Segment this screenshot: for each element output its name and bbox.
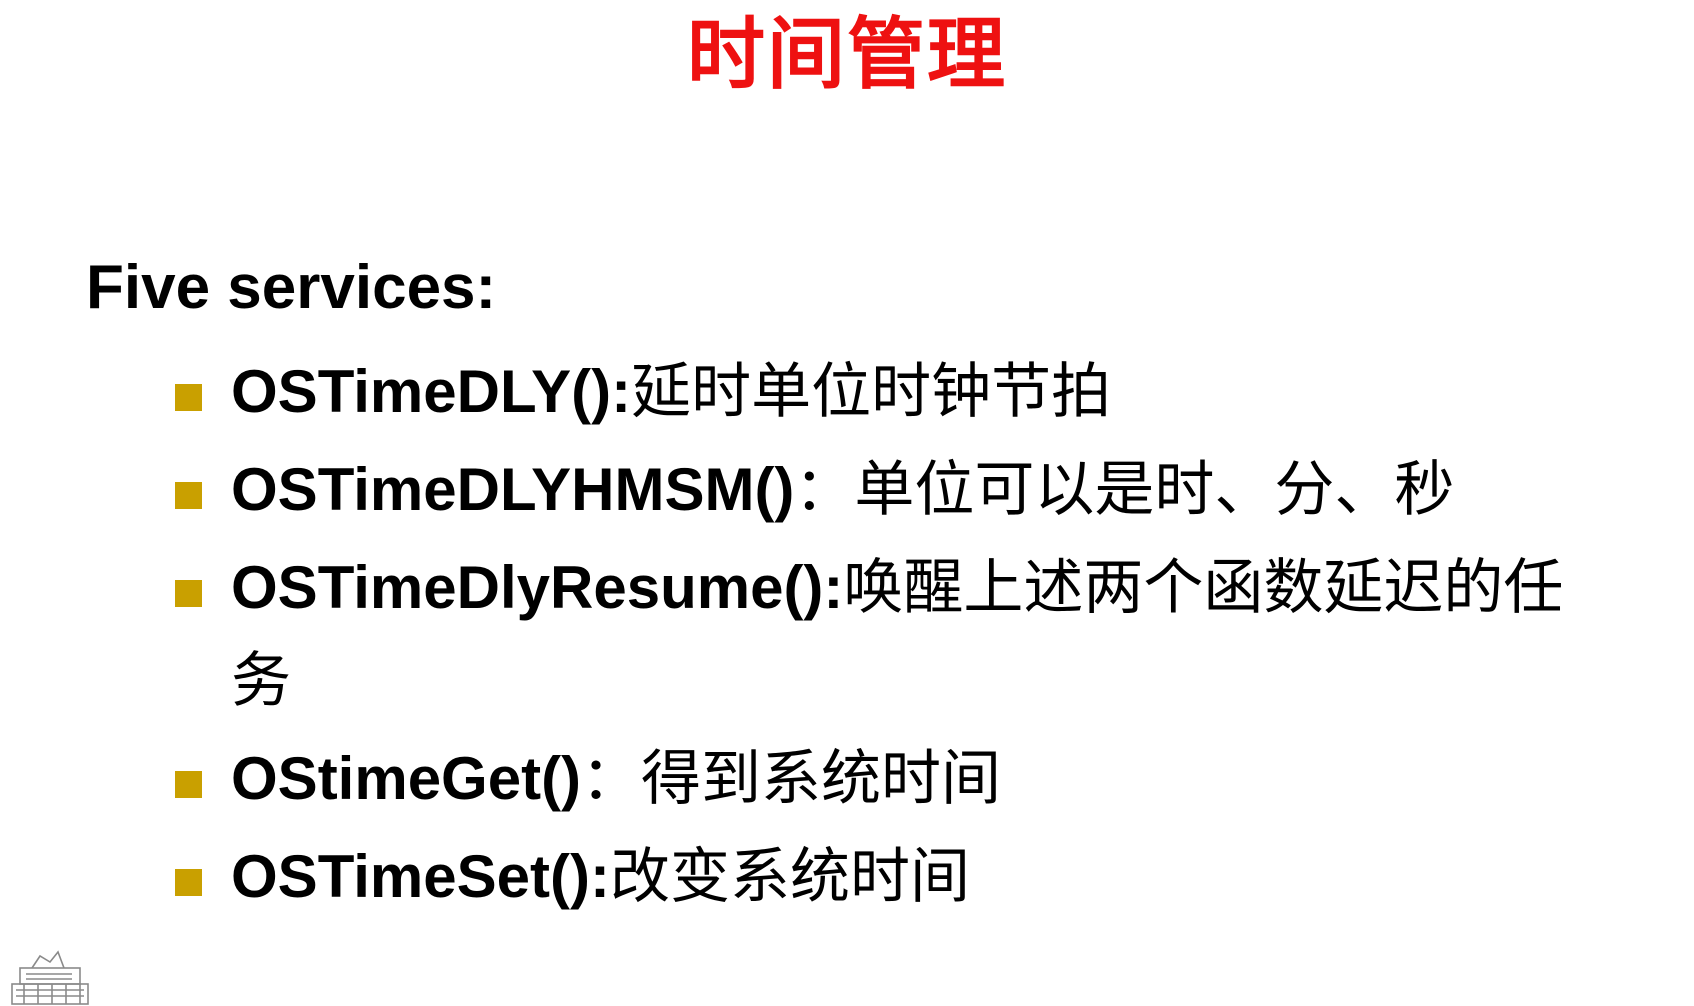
- list-item: OSTimeDlyResume():唤醒上述两个函数延迟的任务: [175, 541, 1595, 727]
- list-item: OSTimeDLYHMSM()：单位可以是时、分、秒: [175, 443, 1595, 536]
- function-name: OSTimeDLYHMSM(): [231, 456, 795, 523]
- section-heading: Five services:: [86, 253, 497, 322]
- square-bullet-icon: [175, 482, 202, 509]
- function-name: OSTimeDLY():: [231, 358, 632, 425]
- square-bullet-icon: [175, 580, 202, 607]
- function-description: ：单位可以是时、分、秒: [794, 456, 1455, 523]
- function-description: 延时单位时钟节拍: [631, 358, 1112, 425]
- list-item: OSTimeSet():改变系统时间: [175, 830, 1595, 923]
- printer-logo-icon: [11, 950, 89, 1005]
- function-name: OSTimeSet():: [231, 843, 610, 910]
- function-description: 改变系统时间: [609, 843, 970, 910]
- printer-logo-strokes: [11, 950, 89, 1005]
- function-name: OSTimeDlyResume():: [231, 554, 844, 621]
- list-item: OSTimeDLY():延时单位时钟节拍: [175, 345, 1595, 438]
- square-bullet-icon: [175, 869, 202, 896]
- slide: 时间管理 Five services: OSTimeDLY():延时单位时钟节拍…: [0, 0, 1694, 1006]
- square-bullet-icon: [175, 384, 202, 411]
- slide-title: 时间管理: [686, 10, 1007, 98]
- function-name: OStimeGet(): [231, 745, 582, 812]
- service-list: OSTimeDLY():延时单位时钟节拍 OSTimeDLYHMSM()：单位可…: [175, 345, 1595, 928]
- square-bullet-icon: [175, 771, 202, 798]
- list-item: OStimeGet()：得到系统时间: [175, 732, 1595, 825]
- function-description: ：得到系统时间: [581, 745, 1002, 812]
